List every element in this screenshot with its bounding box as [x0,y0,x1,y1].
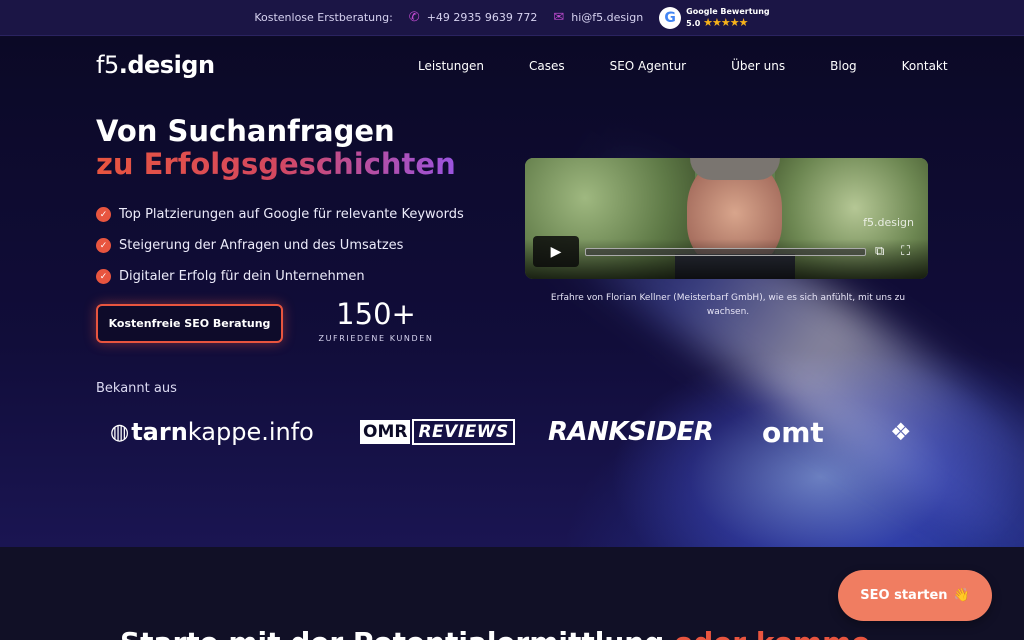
google-icon: G [659,6,682,29]
press-logos: ◍ tarn kappe.info OMR REVIEWS RANKSIDER omt… [110,409,930,459]
section-heading-accent: oder komme [674,626,870,640]
stat-number: 150+ [336,297,416,331]
tarnkappe-logo-part1: tarn [131,418,188,446]
google-rating-text: Google Bewertung 5.0 ★★★★★ [686,6,769,29]
seo-consult-button[interactable]: Kostenfreie SEO Beratung [96,304,283,343]
nav-blog[interactable]: Blog [830,59,857,73]
omr-tag: OMR [360,420,411,444]
section-heading: Starte mit der Potentialermittlung oder … [120,626,870,640]
omr-reviews-text: REVIEWS [412,419,515,445]
google-rating-badge[interactable]: G Google Bewertung 5.0 ★★★★★ [659,6,770,29]
hero-title: Von Suchanfragen zu Erfolgsgeschichten [96,115,456,181]
section-heading-text: Starte mit der Potentialermittlung [120,626,674,640]
consult-label: Kostenlose Erstberatung: [254,11,392,24]
hero-title-line1: Von Suchanfragen [96,114,395,148]
rating-value: 5.0 [686,19,701,28]
benefit-item: ✓ Top Platzierungen auf Google für releva… [96,199,464,230]
nav-leistungen[interactable]: Leistungen [418,59,484,73]
waving-hand-icon: 👋 [953,588,970,603]
mail-icon: ✉ [553,10,565,25]
stat-label: ZUFRIEDENE KUNDEN [318,334,434,343]
hero-title-line2: zu Erfolgsgeschichten [96,147,456,181]
consult-text: Kostenlose Erstberatung: [254,11,393,24]
partial-logo-icon: ❖ [890,418,912,446]
benefit-item: ✓ Digitaler Erfolg für dein Unternehmen [96,261,464,292]
ranksider-logo: RANKSIDER [548,417,714,447]
phone-icon: ✆ [408,10,420,25]
video-progress-bar[interactable] [585,248,866,256]
omr-reviews-logo: OMR REVIEWS [360,409,515,455]
fullscreen-icon[interactable]: ⛶ [901,244,910,259]
picture-in-picture-icon[interactable]: ⧉ [875,244,884,259]
hero-section: f5.design Leistungen Cases SEO Agentur Ü… [0,37,1024,547]
nav-ueber-uns[interactable]: Über uns [731,59,785,73]
phone-link[interactable]: ✆ +49 2935 9639 772 [409,10,538,25]
video-person-hair [690,158,780,180]
nav-kontakt[interactable]: Kontakt [902,59,948,73]
email-link[interactable]: ✉ hi@f5.design [553,10,643,25]
video-watermark: f5.design [863,216,914,229]
seo-start-button[interactable]: SEO starten 👋 [838,570,992,621]
check-icon: ✓ [96,207,111,222]
logo-part2: .design [118,51,215,79]
nav-cases[interactable]: Cases [529,59,565,73]
customer-stat: 150+ ZUFRIEDENE KUNDEN [311,297,441,343]
phone-number[interactable]: +49 2935 9639 772 [427,11,538,24]
seo-start-label: SEO starten [860,588,948,603]
tarnkappe-logo: ◍ tarn kappe.info [110,409,314,455]
rating-stars-icon: ★★★★★ [703,16,748,29]
main-nav: Leistungen Cases SEO Agentur Über uns Bl… [418,59,948,73]
benefit-item: ✓ Steigerung der Anfragen und des Umsatze… [96,230,464,261]
nav-seo-agentur[interactable]: SEO Agentur [610,59,687,73]
omt-logo: omt [762,415,824,449]
spy-icon: ◍ [110,419,130,445]
google-label: Google Bewertung [686,7,770,16]
video-caption: Erfahre von Florian Kellner (Meisterbarf… [550,293,906,317]
benefit-text: Top Platzierungen auf Google für relevan… [119,207,464,222]
check-icon: ✓ [96,238,111,253]
check-icon: ✓ [96,269,111,284]
site-logo[interactable]: f5.design [96,51,215,79]
logo-part1: f5 [96,51,119,79]
top-contact-bar: Kostenlose Erstberatung: ✆ +49 2935 9639 … [0,0,1024,36]
benefit-text: Digitaler Erfolg für dein Unternehmen [119,269,365,284]
known-from-label: Bekannt aus [96,381,177,396]
play-icon[interactable]: ▶ [533,236,579,267]
video-controls [525,239,928,279]
testimonial-video[interactable]: f5.design ▶ ⧉ ⛶ [525,158,928,279]
benefit-list: ✓ Top Platzierungen auf Google für releva… [96,199,464,292]
tarnkappe-logo-part2: kappe.info [187,418,314,446]
email-address[interactable]: hi@f5.design [571,11,643,24]
benefit-text: Steigerung der Anfragen und des Umsatzes [119,238,404,253]
